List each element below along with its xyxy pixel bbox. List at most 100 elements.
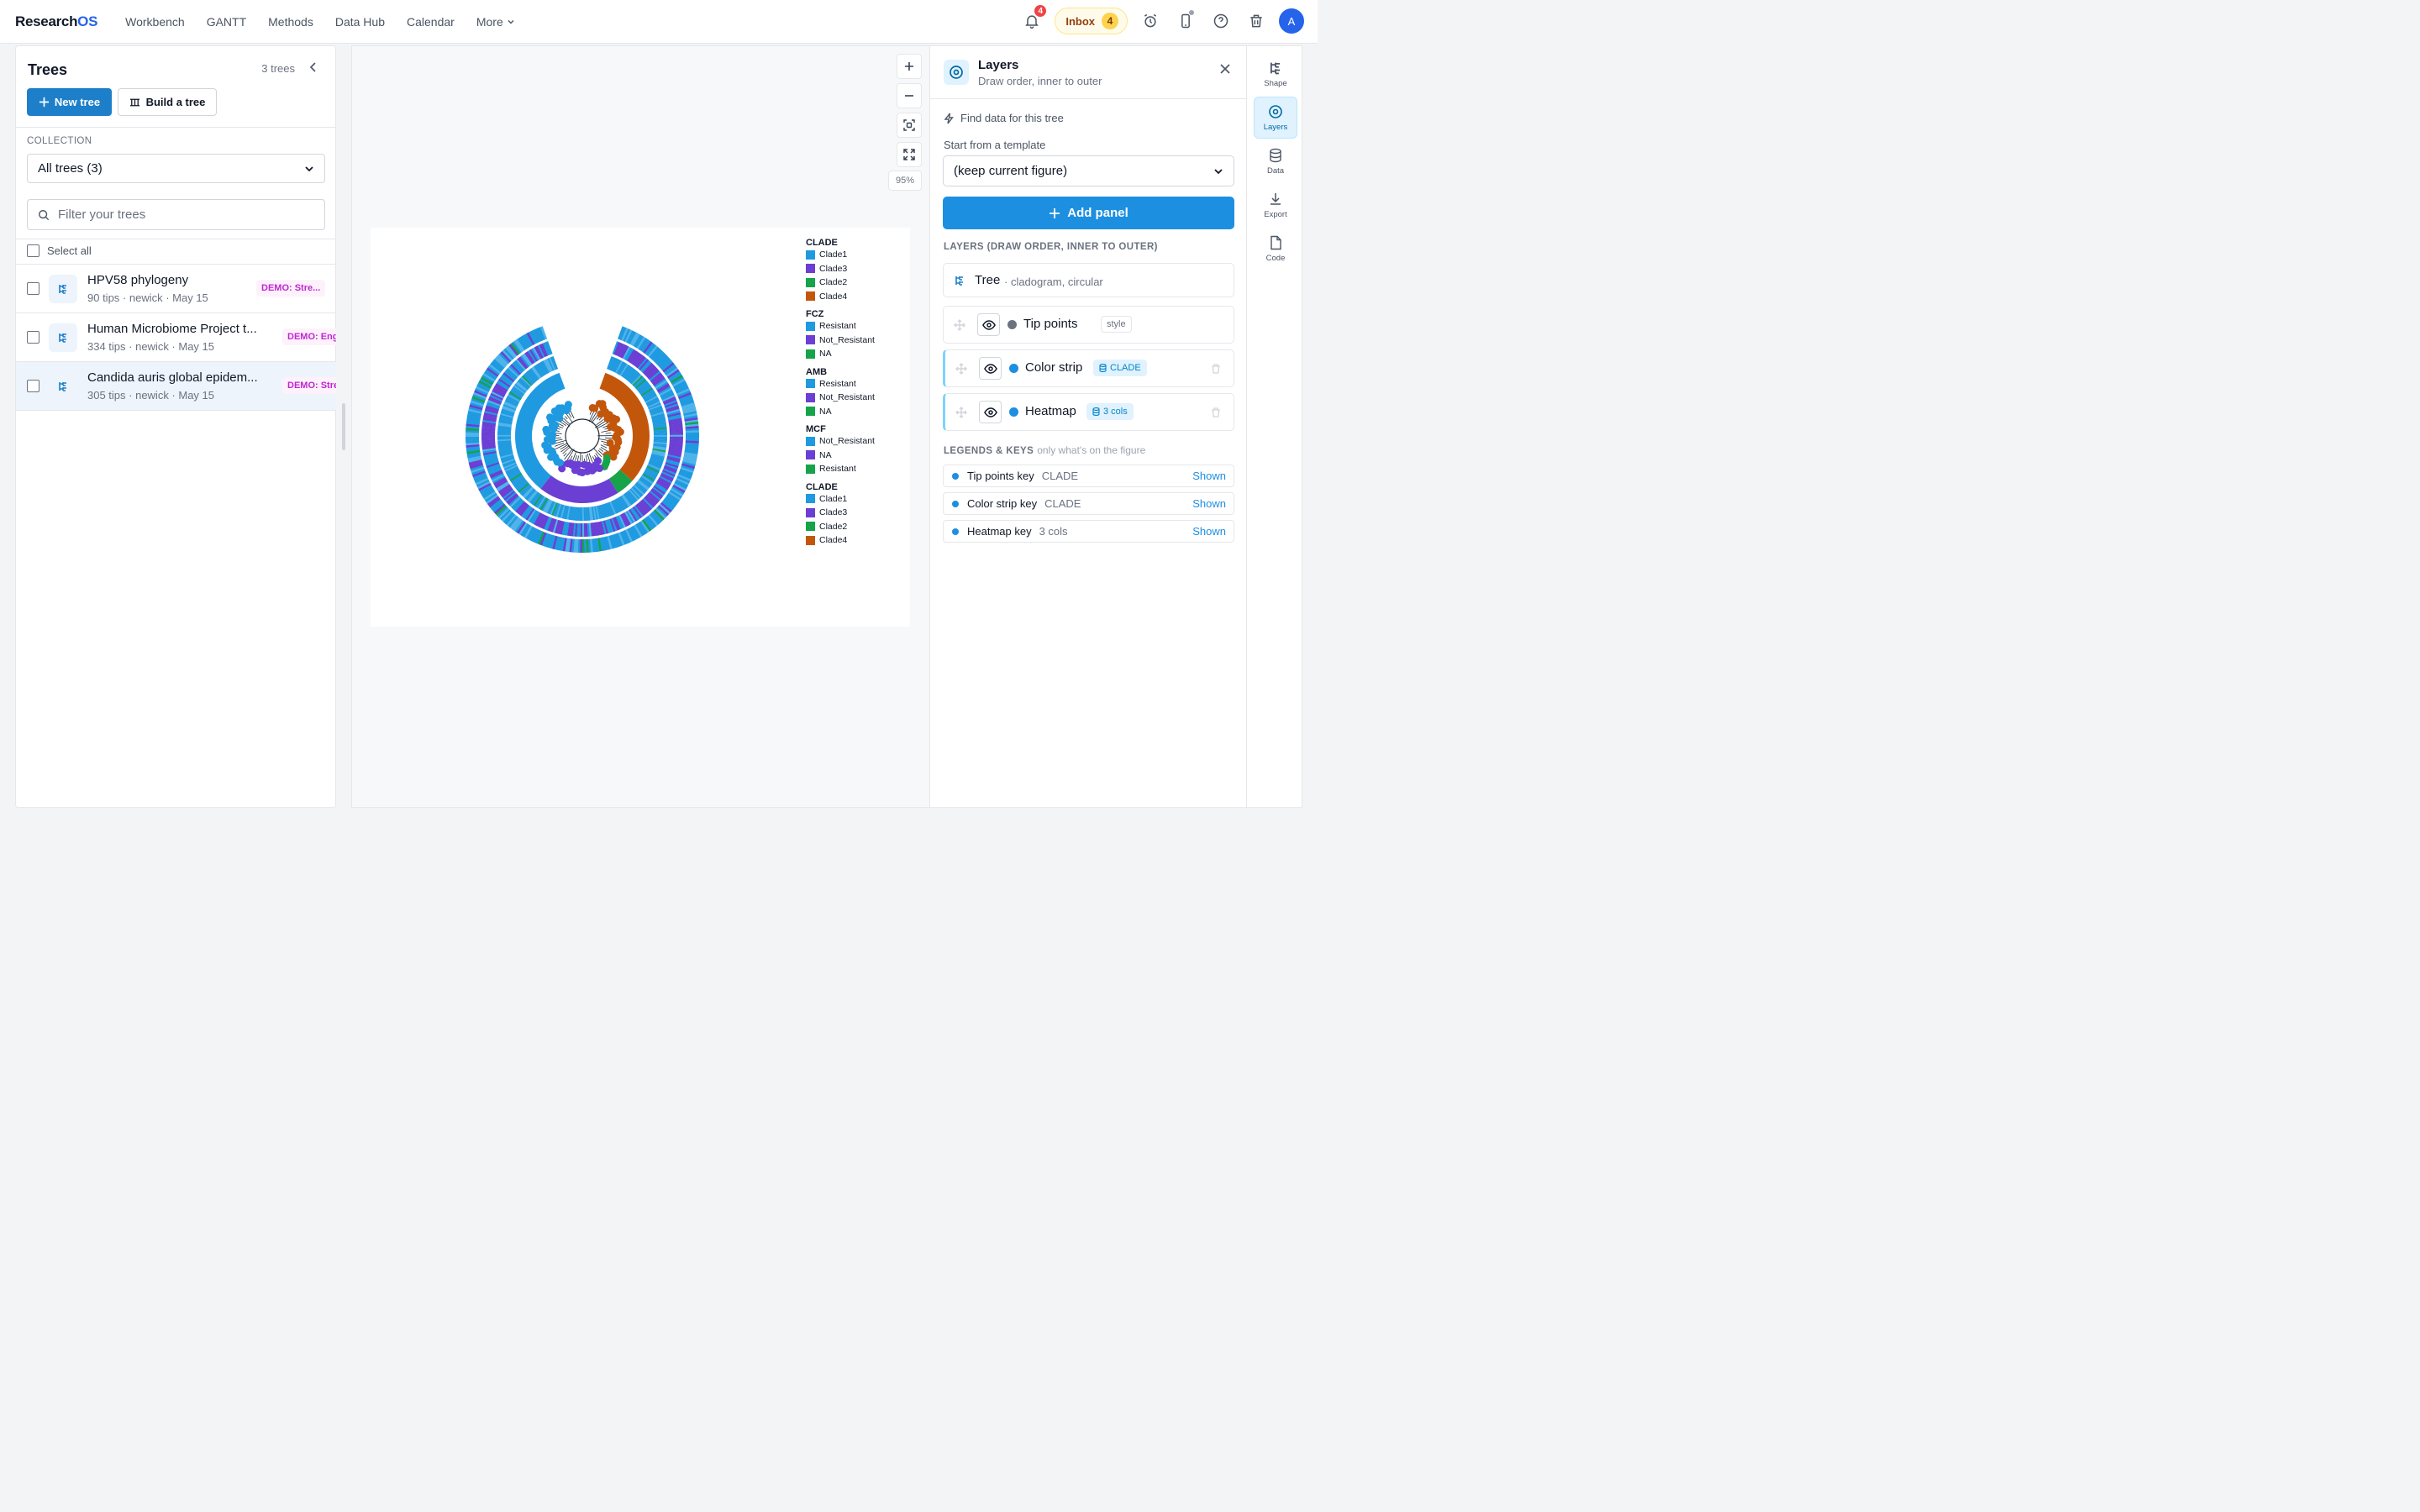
- select-all-checkbox[interactable]: [27, 244, 39, 257]
- inbox-button[interactable]: Inbox 4: [1055, 8, 1128, 34]
- close-icon[interactable]: [1219, 63, 1231, 75]
- tree-layer[interactable]: Tree · cladogram, circular: [943, 263, 1234, 297]
- legend-item: Resistant: [806, 319, 875, 333]
- circular-tree-plot: [466, 326, 699, 553]
- legend-label: Clade4: [819, 535, 848, 546]
- tree-count: 3 trees: [261, 62, 295, 75]
- alarm-clock-icon: [1144, 13, 1157, 28]
- main-nav: Workbench GANTT Methods Data Hub Calenda…: [114, 15, 526, 29]
- nav-methods[interactable]: Methods: [257, 15, 324, 29]
- layers-icon: [1269, 104, 1282, 118]
- row-checkbox[interactable]: [27, 380, 39, 392]
- avatar[interactable]: A: [1279, 8, 1304, 34]
- drag-handle-icon[interactable]: [955, 407, 967, 418]
- divider: [930, 98, 1246, 99]
- legend-item: Clade3: [806, 262, 875, 276]
- rail-code[interactable]: Code: [1254, 228, 1297, 270]
- layer-color-strip[interactable]: Color strip CLADE: [943, 349, 1234, 387]
- legend-item: Not_Resistant: [806, 333, 875, 348]
- layer-heatmap[interactable]: Heatmap 3 cols: [943, 393, 1234, 431]
- legend-swatch: [806, 535, 815, 545]
- build-tree-button[interactable]: Build a tree: [118, 88, 217, 116]
- layer-color-dot: [1009, 407, 1018, 417]
- trash-button[interactable]: [1244, 8, 1269, 34]
- legend-label: NA: [819, 349, 832, 360]
- tree-meta: 305 tips · newick · May 15: [87, 389, 215, 402]
- tree-layer-desc: · cladogram, circular: [1004, 276, 1103, 288]
- demo-badge: DEMO: Eng: [282, 328, 336, 345]
- template-select[interactable]: (keep current figure): [943, 155, 1234, 186]
- new-tree-button[interactable]: New tree: [27, 88, 112, 116]
- visibility-toggle[interactable]: [977, 313, 1000, 336]
- filter-placeholder: Filter your trees: [58, 207, 146, 222]
- legend-item: Clade4: [806, 533, 875, 548]
- legend-group: FCZ Resistant Not_Resistant NA: [806, 309, 875, 361]
- help-button[interactable]: [1208, 8, 1234, 34]
- row-checkbox[interactable]: [27, 282, 39, 295]
- legend-group: CLADE Clade1 Clade3 Clade2 Clade4: [806, 238, 875, 303]
- trash-icon[interactable]: [1210, 363, 1222, 375]
- tree-list-item[interactable]: Human Microbiome Project t... 334 tips ·…: [16, 313, 336, 361]
- tree-branch: [563, 453, 567, 457]
- tip-point: [609, 453, 618, 461]
- select-all-label: Select all: [47, 244, 92, 257]
- add-panel-button[interactable]: Add panel: [943, 197, 1234, 229]
- collection-select[interactable]: All trees (3): [27, 154, 325, 183]
- panel-resize-handle[interactable]: [342, 403, 345, 450]
- visibility-toggle[interactable]: [979, 357, 1002, 380]
- key-shown-toggle[interactable]: Shown: [1192, 470, 1226, 482]
- fit-view-button[interactable]: [897, 113, 922, 138]
- legends-heading: LEGENDS & KEYS only what's on the figure: [944, 444, 1145, 456]
- zoom-out-button[interactable]: [897, 83, 922, 108]
- nav-data-hub[interactable]: Data Hub: [324, 15, 396, 29]
- tree-icon: [49, 274, 77, 303]
- device-button[interactable]: [1173, 8, 1198, 34]
- tree-list-item-selected[interactable]: Candida auris global epidem... 305 tips …: [16, 362, 336, 410]
- find-data-link[interactable]: Find data for this tree: [944, 112, 1064, 124]
- fullscreen-button[interactable]: [897, 142, 922, 167]
- key-shown-toggle[interactable]: Shown: [1192, 497, 1226, 510]
- visibility-toggle[interactable]: [979, 401, 1002, 423]
- help-icon: [1213, 13, 1228, 29]
- collapse-panel-icon[interactable]: [307, 60, 320, 74]
- legend-key-row[interactable]: Tip points key CLADE Shown: [943, 465, 1234, 487]
- ring-segment: [481, 436, 496, 439]
- chevron-down-icon: [305, 165, 313, 171]
- top-bar: ResearchOS Workbench GANTT Methods Data …: [0, 0, 1318, 44]
- legend-key-row[interactable]: Color strip key CLADE Shown: [943, 492, 1234, 515]
- drag-handle-icon[interactable]: [954, 319, 965, 331]
- data-column-tag[interactable]: CLADE: [1093, 360, 1147, 376]
- nav-workbench[interactable]: Workbench: [114, 15, 196, 29]
- trash-icon[interactable]: [1210, 407, 1222, 418]
- legend-label: NA: [819, 406, 832, 417]
- rail-shape[interactable]: Shape: [1254, 53, 1297, 95]
- plus-icon: [1050, 207, 1060, 218]
- drag-handle-icon[interactable]: [955, 363, 967, 375]
- new-tree-label: New tree: [54, 96, 101, 108]
- nav-more[interactable]: More: [466, 15, 526, 29]
- select-all[interactable]: Select all: [27, 244, 92, 257]
- tree-list-item[interactable]: HPV58 phylogeny 90 tips · newick · May 1…: [16, 265, 336, 312]
- app-logo[interactable]: ResearchOS: [15, 13, 97, 30]
- legend-item: Clade3: [806, 506, 875, 520]
- layer-tip-points[interactable]: Tip points style: [943, 306, 1234, 344]
- rail-layers[interactable]: Layers: [1254, 97, 1297, 139]
- zoom-in-button[interactable]: [897, 54, 922, 79]
- tree-branch: [599, 448, 604, 452]
- rail-label: Export: [1264, 209, 1287, 219]
- alarm-button[interactable]: [1138, 8, 1163, 34]
- nav-gantt[interactable]: GANTT: [196, 15, 257, 29]
- rail-data[interactable]: Data: [1254, 140, 1297, 182]
- data-column-tag[interactable]: 3 cols: [1086, 403, 1134, 420]
- legend-label: Clade2: [819, 521, 848, 532]
- legend-key-row[interactable]: Heatmap key 3 cols Shown: [943, 520, 1234, 543]
- style-tag[interactable]: style: [1101, 316, 1132, 333]
- rail-label: Code: [1265, 253, 1286, 263]
- nav-calendar[interactable]: Calendar: [396, 15, 466, 29]
- notifications-button[interactable]: 4: [1019, 3, 1049, 34]
- filter-input[interactable]: Filter your trees: [27, 199, 325, 230]
- tree-name: Human Microbiome Project t...: [87, 322, 257, 336]
- row-checkbox[interactable]: [27, 331, 39, 344]
- key-shown-toggle[interactable]: Shown: [1192, 525, 1226, 538]
- rail-export[interactable]: Export: [1254, 184, 1297, 226]
